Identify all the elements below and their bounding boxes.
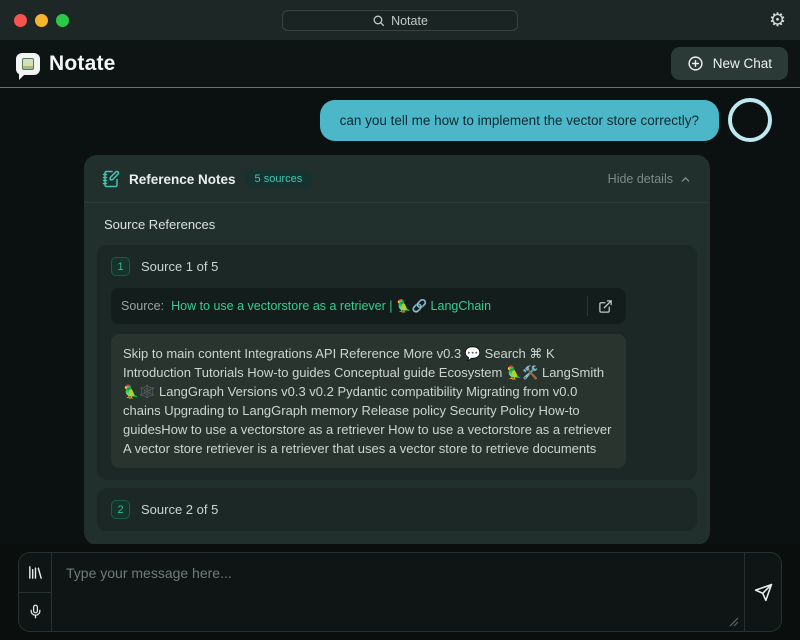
search-value: Notate <box>391 14 428 28</box>
hide-details-toggle[interactable]: Hide details <box>608 172 692 186</box>
reference-notes-title: Reference Notes <box>129 172 236 187</box>
send-icon <box>754 583 773 602</box>
external-link-icon[interactable] <box>595 299 616 314</box>
traffic-lights <box>14 14 69 27</box>
message-composer <box>18 552 782 632</box>
sources-count-badge: 5 sources <box>245 170 313 188</box>
composer-side-column <box>19 553 52 631</box>
chat-area: can you tell me how to implement the vec… <box>0 88 800 544</box>
settings-gear-icon[interactable]: ⚙ <box>769 11 786 30</box>
source-label: Source 2 of 5 <box>141 502 218 517</box>
chevron-up-icon <box>679 173 692 186</box>
resize-grip[interactable] <box>729 617 739 627</box>
message-input-area <box>52 553 744 631</box>
send-button[interactable] <box>744 553 781 631</box>
source-label: Source 1 of 5 <box>141 259 218 274</box>
notebook-pen-icon <box>102 170 120 188</box>
source-excerpt: Skip to main content Integrations API Re… <box>111 334 626 468</box>
source-card-1: 1 Source 1 of 5 Source: How to use a vec… <box>97 245 697 480</box>
source-card-2: 2 Source 2 of 5 <box>97 488 697 531</box>
user-avatar <box>728 98 772 142</box>
message-input[interactable] <box>52 553 744 631</box>
app-title: Notate <box>49 52 116 76</box>
minimize-button[interactable] <box>35 14 48 27</box>
source-link[interactable]: How to use a vectorstore as a retriever … <box>171 299 580 314</box>
library-icon <box>27 564 44 581</box>
reference-notes-card: Reference Notes 5 sources Hide details S… <box>84 155 710 544</box>
divider <box>587 296 588 316</box>
app-header: Notate New Chat <box>0 40 800 88</box>
new-chat-label: New Chat <box>713 56 772 71</box>
microphone-button[interactable] <box>19 593 51 632</box>
search-icon <box>372 14 385 27</box>
source-link-row: Source: How to use a vectorstore as a re… <box>111 288 626 324</box>
library-button[interactable] <box>19 553 51 593</box>
user-message-row: can you tell me how to implement the vec… <box>0 88 800 142</box>
source-prefix-label: Source: <box>121 299 164 313</box>
source-2-heading: 2 Source 2 of 5 <box>111 500 683 519</box>
close-button[interactable] <box>14 14 27 27</box>
source-number-badge: 1 <box>111 257 130 276</box>
titlebar-search[interactable]: Notate <box>282 10 518 31</box>
zoom-button[interactable] <box>56 14 69 27</box>
source-1-heading: 1 Source 1 of 5 <box>111 257 683 276</box>
plus-circle-icon <box>687 55 704 72</box>
logo-note-glyph <box>22 58 34 70</box>
source-references-label: Source References <box>84 203 710 245</box>
microphone-icon <box>28 604 43 619</box>
source-number-badge: 2 <box>111 500 130 519</box>
notate-logo-icon <box>16 53 40 75</box>
user-message-bubble: can you tell me how to implement the vec… <box>320 100 719 141</box>
reference-notes-header: Reference Notes 5 sources Hide details <box>84 155 710 203</box>
hide-details-label: Hide details <box>608 172 673 186</box>
new-chat-button[interactable]: New Chat <box>671 47 788 80</box>
composer-section <box>0 544 800 640</box>
titlebar: Notate ⚙ <box>0 0 800 40</box>
